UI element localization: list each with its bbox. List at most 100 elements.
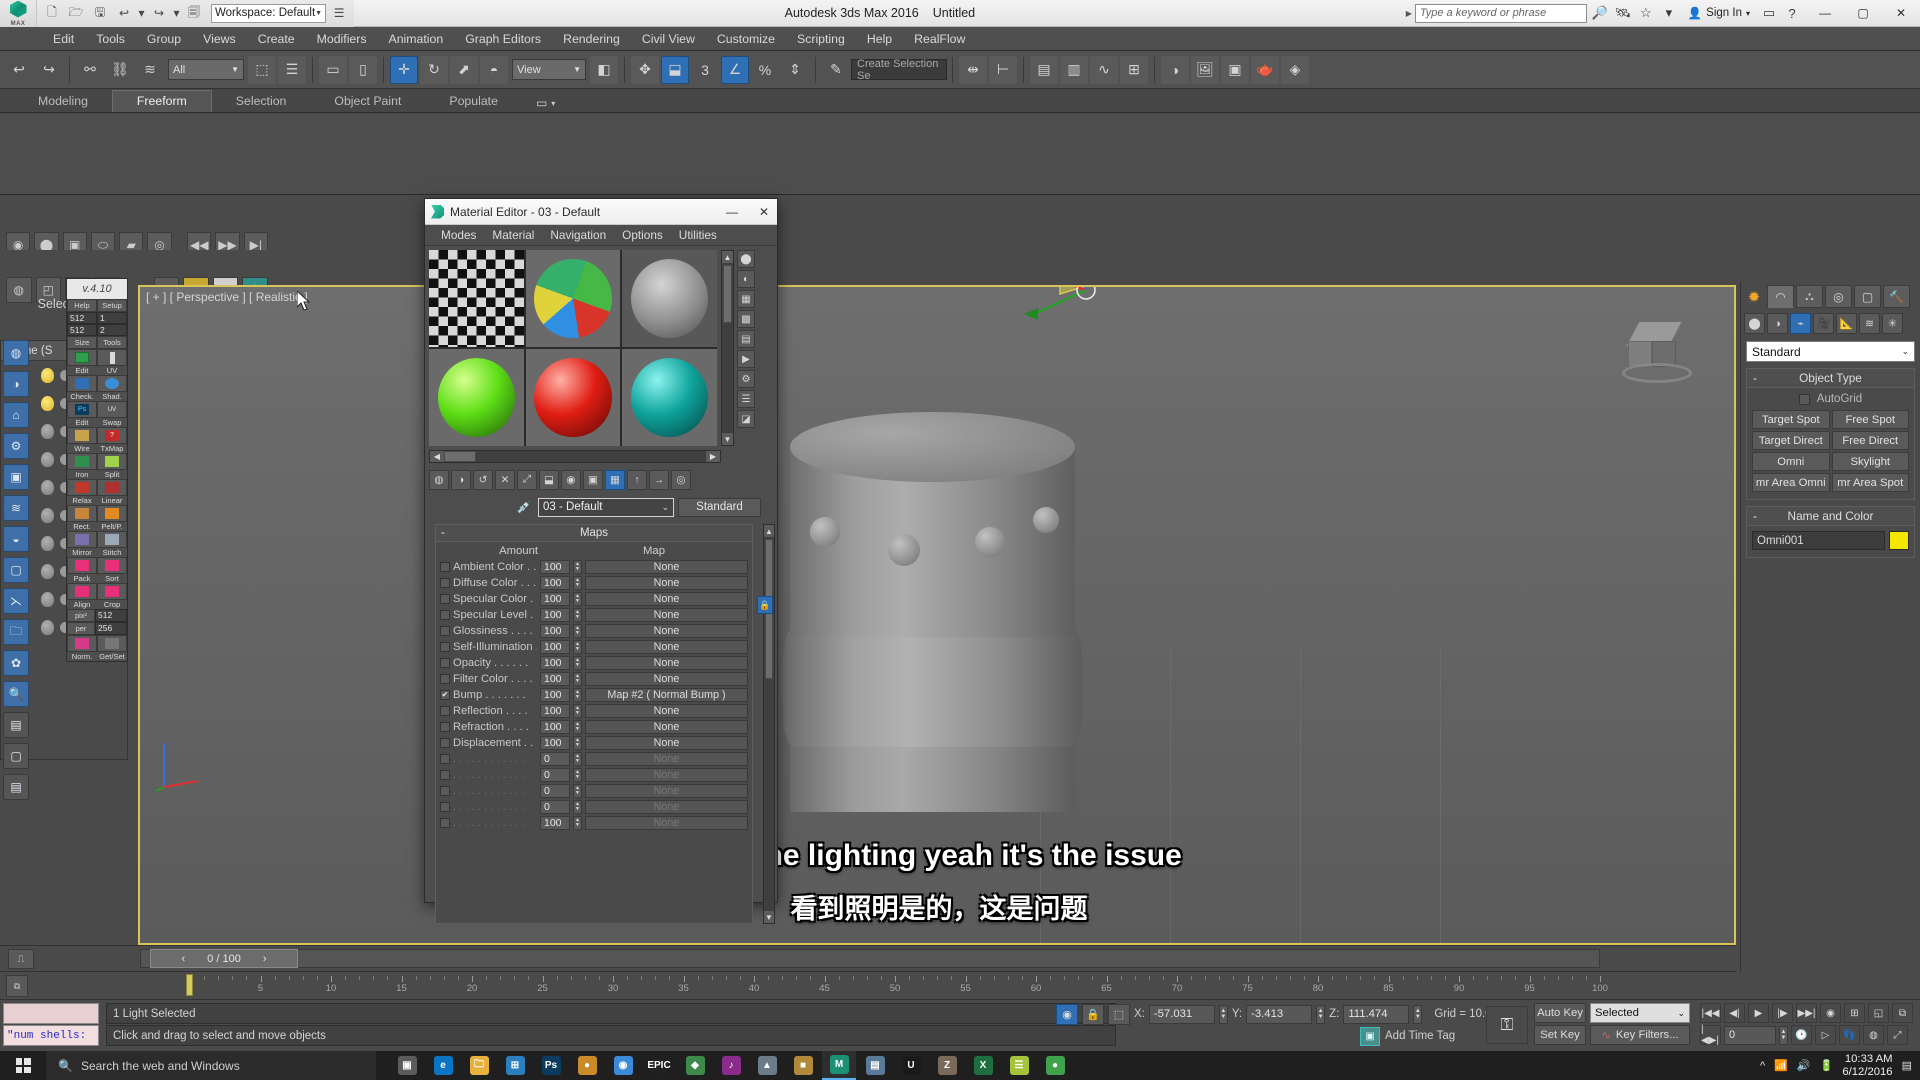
menu-item-edit[interactable]: Edit [42, 27, 85, 51]
show-shaded-material-icon[interactable]: ▣ [583, 469, 603, 490]
get-material-icon[interactable]: ◍ [429, 469, 449, 490]
textools-setup-button[interactable]: Setup [97, 299, 127, 312]
menu-item-tools[interactable]: Tools [85, 27, 136, 51]
scroll-up-icon[interactable]: ▲ [764, 525, 774, 537]
map-amount-field[interactable]: 100 [540, 560, 570, 574]
select-and-place-icon[interactable]: ◓ [480, 55, 508, 84]
menu-item-customize[interactable]: Customize [706, 27, 786, 51]
display-icon[interactable]: ▢ [3, 557, 29, 583]
map-assign-button[interactable]: None [585, 672, 748, 686]
map-enable-checkbox[interactable] [440, 578, 450, 588]
minimize-button[interactable]: — [1806, 0, 1844, 27]
time-slider-next-icon[interactable]: › [263, 953, 267, 965]
named-selection-set-input[interactable]: Create Selection Se [851, 58, 947, 82]
me-menu-material[interactable]: Material [484, 228, 542, 242]
music-icon[interactable]: ♪ [714, 1051, 748, 1080]
key-filters-button[interactable]: ∿ Key Filters... [1590, 1025, 1690, 1045]
excel-icon[interactable]: X [966, 1051, 1000, 1080]
systems-icon[interactable]: ✳ [1882, 313, 1903, 334]
map-enable-checkbox[interactable] [440, 754, 450, 764]
z-spinner[interactable]: ▲ ▼ [1413, 1004, 1423, 1024]
go-forward-sibling-icon[interactable]: → [649, 469, 669, 490]
application-menu-button[interactable]: MAX [0, 0, 36, 27]
map-enable-checkbox[interactable] [440, 562, 450, 572]
spline-icon[interactable]: ⋋ [3, 588, 29, 614]
me-menu-utilities[interactable]: Utilities [671, 228, 725, 242]
mirror-icon[interactable]: ⇹ [959, 55, 987, 84]
omni-button[interactable]: Omni [1752, 452, 1830, 471]
menu-item-help[interactable]: Help [856, 27, 903, 51]
autodesk-360-icon[interactable]: 🛰 [1613, 3, 1633, 23]
lock-selection-icon[interactable]: 🔒 [1082, 1003, 1104, 1025]
map-enable-checkbox[interactable] [440, 722, 450, 732]
use-pivot-point-center-icon[interactable]: ◧ [590, 55, 618, 84]
layer-manager-icon[interactable]: ▤ [1030, 55, 1058, 84]
zoom-extents-all-icon[interactable]: ⊞ [1844, 1003, 1865, 1023]
textools-help-button[interactable]: Help [67, 299, 97, 312]
maxscript-mini-listener-input[interactable]: "num shells: [3, 1025, 99, 1046]
x-coordinate-field[interactable]: -57.031 [1148, 1004, 1215, 1024]
textools-wire-button[interactable] [67, 427, 97, 444]
me-menu-options[interactable]: Options [614, 228, 671, 242]
map-enable-checkbox[interactable]: ✔ [440, 690, 450, 700]
key-mode-dropdown[interactable]: Selected ⌄ [1590, 1003, 1690, 1023]
map-enable-checkbox[interactable] [440, 706, 450, 716]
map-amount-spinner[interactable]: ▲ ▼ [573, 608, 582, 622]
light-category-dropdown[interactable]: Standard ⌄ [1746, 341, 1915, 362]
field-of-view-icon[interactable]: ◱ [1868, 1003, 1889, 1023]
pan-view-icon[interactable]: ▷ [1815, 1025, 1836, 1045]
material-type-button[interactable]: Standard [678, 497, 761, 517]
blank-icon[interactable]: ▢ [3, 743, 29, 769]
textools-count2-field[interactable]: 2 [97, 324, 127, 336]
map-amount-field[interactable]: 100 [540, 656, 570, 670]
textools-getset-button[interactable] [97, 635, 127, 652]
maximize-viewport-toggle-icon[interactable]: ⤢ [1887, 1025, 1908, 1045]
task-view-icon[interactable]: ▣ [390, 1051, 424, 1080]
map-amount-spinner[interactable]: ▲ ▼ [573, 640, 582, 654]
background-icon[interactable]: ▦ [737, 290, 755, 308]
viewport-label[interactable]: [ + ] [ Perspective ] [ Realistic ] [146, 290, 308, 304]
map-assign-button[interactable]: None [585, 752, 748, 766]
next-frame-icon[interactable]: |▶ [1772, 1003, 1793, 1023]
chevron-down-icon[interactable]: ▾ [551, 99, 555, 108]
object-color-swatch[interactable] [1889, 531, 1909, 550]
align-icon[interactable]: ⊢ [989, 55, 1017, 84]
zoom-extents-icon[interactable]: ◉ [1820, 1003, 1841, 1023]
sample-uv-tiling-icon[interactable]: ▩ [737, 310, 755, 328]
sample-slot-3[interactable] [622, 250, 717, 347]
map-enable-checkbox[interactable] [440, 818, 450, 828]
material-editor-icon[interactable]: ◑ [1161, 55, 1189, 84]
auto-key-button[interactable]: Auto Key [1534, 1003, 1586, 1023]
lock-ambient-diffuse-icon[interactable]: 🔒 [757, 596, 773, 614]
3dsmax-icon[interactable]: M [822, 1051, 856, 1080]
window-icon[interactable]: ▤ [858, 1051, 892, 1080]
select-and-rotate-icon[interactable]: ↻ [420, 55, 448, 84]
schematic-view-icon[interactable]: ⊞ [1120, 55, 1148, 84]
textools-mirror-button[interactable] [67, 531, 97, 548]
textools-relax-button[interactable] [67, 479, 97, 496]
edit-named-selection-sets-icon[interactable]: ✎ [822, 56, 850, 84]
scrollbar-thumb[interactable] [723, 265, 732, 323]
view-cube[interactable] [1622, 319, 1692, 389]
unlink-icon[interactable]: ⛓ [106, 56, 134, 84]
omni-light-gizmo[interactable]: x [1020, 287, 1130, 342]
sample-type-icon[interactable]: ⬤ [737, 250, 755, 268]
textools-size-menu[interactable]: Size [67, 336, 97, 349]
go-to-start-icon[interactable]: |◀◀ [1700, 1003, 1721, 1023]
textools-align-button[interactable] [67, 583, 97, 600]
select-link-icon[interactable]: ⚯ [76, 56, 104, 84]
textools-count1-field[interactable]: 1 [97, 312, 127, 324]
menu-item-realflow[interactable]: RealFlow [903, 27, 976, 51]
textools-per-value[interactable]: 256 [95, 622, 127, 635]
select-and-move-icon[interactable]: ✛ [390, 55, 418, 84]
menu-item-rendering[interactable]: Rendering [552, 27, 631, 51]
textools-pack-button[interactable] [67, 557, 97, 574]
map-amount-field[interactable]: 100 [540, 640, 570, 654]
skylight-button[interactable]: Skylight [1831, 452, 1909, 471]
textools-txmap-button[interactable]: ? [97, 427, 127, 444]
edge-browser-icon[interactable]: e [426, 1051, 460, 1080]
textools-crop-button[interactable] [97, 583, 127, 600]
map-assign-button[interactable]: Map #2 ( Normal Bump ) [585, 688, 748, 702]
cameras-icon[interactable]: 🎥 [1813, 313, 1834, 334]
toggle-ribbon-icon[interactable]: ▥ [1060, 55, 1088, 84]
